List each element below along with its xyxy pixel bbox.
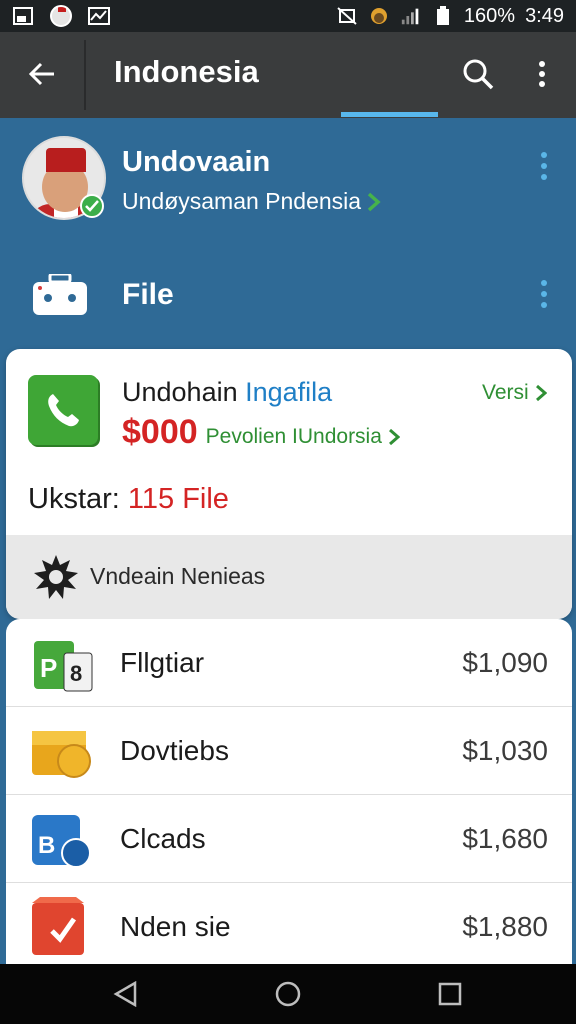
list-item[interactable]: Dovtiebs $1,030 — [6, 707, 572, 795]
battery-percent: 160% — [463, 4, 516, 27]
card-footer-label: Vndeain Nenieas — [90, 563, 266, 589]
gear-icon — [34, 555, 78, 599]
verified-check-icon — [80, 194, 104, 218]
search-icon — [463, 59, 494, 90]
svg-text:8: 8 — [70, 661, 82, 686]
file-count: Ukstar: 115 File — [28, 483, 229, 515]
file-row[interactable]: File — [0, 252, 576, 336]
weather-icon — [368, 6, 390, 26]
list-item-label: Nden sie — [120, 911, 231, 942]
chart-icon — [88, 6, 110, 26]
list-item-price: $1,090 — [462, 647, 548, 678]
list-item-label: Dovtiebs — [120, 735, 229, 766]
search-button[interactable] — [456, 52, 500, 96]
chevron-right-icon — [535, 384, 547, 402]
list-item[interactable]: Nden sie $1,880 — [6, 883, 572, 964]
avatar-icon — [50, 5, 72, 27]
battery-icon — [432, 6, 454, 26]
file-label: File — [122, 278, 174, 311]
more-vert-icon — [541, 152, 547, 180]
summary-card[interactable]: Undohain Ingafila Versi $000 Pevolien IU… — [6, 349, 572, 619]
phone-app-icon — [28, 375, 98, 445]
red-box-icon — [32, 897, 84, 955]
price-subtitle-link[interactable]: Pevolien IUndorsia — [206, 425, 400, 449]
nav-home-button[interactable] — [268, 976, 308, 1012]
recents-square-icon — [438, 982, 462, 1006]
list-item[interactable]: P 8 Fllgtiar $1,090 — [6, 619, 572, 707]
svg-text:P: P — [40, 653, 57, 683]
nav-recents-button[interactable] — [430, 976, 470, 1012]
chevron-right-icon — [367, 192, 381, 211]
clock: 3:49 — [525, 4, 564, 27]
app-bar: Indonesia — [0, 32, 576, 118]
tab-indicator — [341, 112, 438, 117]
price-list: P 8 Fllgtiar $1,090 Dovtiebs $1,030 B Cl… — [6, 619, 572, 964]
chevron-right-icon — [388, 428, 400, 446]
mute-icon — [336, 6, 358, 26]
nav-back-button[interactable] — [106, 976, 146, 1012]
more-vert-icon — [541, 280, 547, 308]
gold-coin-icon — [32, 731, 91, 778]
price-value: $000 — [122, 413, 198, 451]
list-item-label: Clcads — [120, 823, 206, 854]
profile-subtitle: Undøysaman Pndensia — [122, 188, 362, 214]
system-nav-bar — [0, 964, 576, 1024]
list-item-price: $1,880 — [462, 911, 548, 942]
list-item-price: $1,030 — [462, 735, 548, 766]
image-icon — [12, 6, 34, 26]
file-more-button[interactable] — [532, 276, 556, 312]
version-link[interactable]: Versi — [482, 381, 547, 405]
status-bar: 160% 3:49 — [0, 0, 576, 32]
card-footer-button[interactable]: Vndeain Nenieas — [6, 535, 572, 619]
more-vert-icon — [539, 61, 545, 87]
profile-row[interactable]: Undovaain Undøysaman Pndensia — [0, 118, 576, 236]
back-button[interactable] — [20, 52, 64, 96]
card-title: Undohain Ingafila — [122, 377, 333, 407]
more-options-button[interactable] — [524, 52, 560, 96]
price-row: $000 Pevolien IUndorsia — [122, 413, 400, 452]
list-item[interactable]: B Clcads $1,680 — [6, 795, 572, 883]
page-title: Indonesia — [114, 54, 259, 89]
svg-text:B: B — [38, 832, 55, 859]
back-triangle-icon — [113, 981, 137, 1007]
profile-name: Undovaain — [122, 146, 271, 178]
list-item-label: Fllgtiar — [120, 647, 205, 678]
blue-cube-icon: B — [32, 815, 91, 868]
list-item-price: $1,680 — [462, 823, 548, 854]
profile-subtitle-link[interactable]: Undøysaman Pndensia — [122, 188, 381, 215]
back-arrow-icon — [28, 62, 54, 86]
green-puzzle-icon: P 8 — [34, 641, 93, 692]
signal-icon — [400, 6, 422, 26]
divider — [84, 40, 86, 110]
briefcase-icon — [33, 274, 87, 315]
profile-more-button[interactable] — [532, 148, 556, 184]
home-circle-icon — [275, 981, 301, 1007]
